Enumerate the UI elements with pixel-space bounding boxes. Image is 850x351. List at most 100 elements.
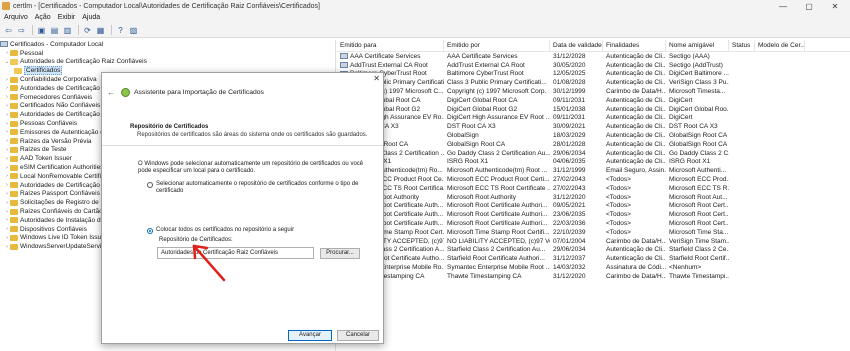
import-wizard-dialog: ✕ ← Assistente para Importação de Certif… [101,72,384,344]
folder-icon [10,120,18,127]
certificate-cell: Autenticação de Cli... [606,96,666,104]
radio-manual[interactable] [147,228,153,234]
dialog-close-button[interactable]: ✕ [373,74,380,83]
back-arrow-icon[interactable]: ⇦ [3,25,14,36]
certificate-cell: GlobalSign Root CA ... [669,140,729,148]
certificate-row[interactable]: GlobalSignGlobalSign18/03/2029Autenticaç… [337,131,850,140]
certificate-cell: VeriSign Class 3 Pu... [669,79,729,87]
column-header-issued-to[interactable]: Emitido para [337,40,444,52]
next-button[interactable]: Avançar [288,330,332,341]
tree-item[interactable]: ⌄ Autoridades de Certificação Raiz Confiá… [0,58,335,67]
column-header-friendly-name[interactable]: Nome amigável [666,40,729,52]
tree-item-label: Certificados Não Confiáveis [20,102,101,110]
certificate-row[interactable]: DigiCert Global Root G2 DigiCert Global R… [337,105,850,114]
dialog-back-button[interactable]: ← [107,88,115,97]
certificate-cell: 31/12/2020 [553,272,586,280]
tree-item-label: Windows Live ID Token Issuer [20,234,107,242]
certificate-cell: Go Daddy Class 2 Certification Au... [447,149,550,157]
certificate-cell: <Nenhum> [669,264,702,272]
certificate-row[interactable]: Microsoft Root Authority Microsoft Root A… [337,193,850,202]
certificate-row[interactable]: AAA Certificate Services AAA Certificate … [337,52,850,61]
folder-icon [10,234,18,241]
certificate-cell: <Todos> [606,202,631,210]
certificate-row[interactable]: Microsoft ECC Product Root Ce... Microsof… [337,175,850,184]
certificate-cell: DigiCert Global Root G2 [447,105,518,113]
tree-item[interactable]: › Pessoal [0,49,335,58]
certificate-row[interactable]: Thawte Timestamping CA Thawte Timestampin… [337,272,850,281]
tree-root[interactable]: Certificados - Computador Local [0,40,335,49]
console-tree-icon[interactable]: ▤ [49,25,60,36]
certificate-cell: Starfield Root Certif... [669,255,729,263]
certificate-row[interactable]: Microsoft Time Stamp Root Cert... Microso… [337,228,850,237]
up-folder-icon[interactable]: ▣ [36,25,47,36]
minimize-button[interactable]: — [770,0,796,12]
certificate-row[interactable]: Class 3 Public Primary Certificati... Cla… [337,78,850,87]
certificate-cell: ISRG Root X1 [669,158,711,166]
certificate-cell: Microsoft Root Certificate Authori... [447,220,548,228]
certificate-row[interactable]: Microsoft Root Certificate Auth... Micros… [337,210,850,219]
toolbar: ⇦ ⇨ ▣ ▤ ▥ ⟳ ▦ ? ▧ [0,23,850,38]
menu-ajuda[interactable]: Ajuda [82,14,100,21]
maximize-button[interactable]: ▢ [796,0,822,12]
certificate-row[interactable]: Baltimore CyberTrust Root Baltimore Cyber… [337,70,850,79]
certificate-row[interactable]: AddTrust External CA Root AddTrust Extern… [337,61,850,70]
tree-item-label: Autoridades de Certificação Raiz Confiáv… [20,58,147,66]
column-header-expiration[interactable]: Data de validade [550,40,603,52]
certificate-row[interactable]: DigiCert High Assurance EV Ro... DigiCert… [337,114,850,123]
certificate-row[interactable]: Go Daddy Class 2 Certification ... Go Dad… [337,149,850,158]
certificate-row[interactable]: GlobalSign Root CAGlobalSign Root CA28/0… [337,140,850,149]
menu-acao[interactable]: Ação [35,14,51,21]
certificate-cell: 27/02/2043 [553,176,586,184]
certificate-row[interactable]: DigiCert Global Root CA DigiCert Global R… [337,96,850,105]
certificate-row[interactable]: Copyright (c) 1997 Microsoft C... Copyrig… [337,87,850,96]
column-header-status[interactable]: Status [729,40,755,52]
tree-root-label: Certificados - Computador Local [10,40,104,48]
certificate-cell: <Todos> [606,176,631,184]
help-icon[interactable]: ? [115,25,126,36]
certificate-cell: NO LIABILITY ACCEPTED, (c)97 Ve... [447,237,550,245]
browse-button[interactable]: Procurar... [320,248,360,259]
copy-icon[interactable]: ▥ [62,25,73,36]
certificate-cell: Microsoft Authenticode(tm) Root ... [447,167,548,175]
certificate-cell: 01/08/2028 [553,79,586,87]
export-list-icon[interactable]: ▦ [95,25,106,36]
certificate-row[interactable]: NO LIABILITY ACCEPTED, (c)97 ... NO LIABI… [337,237,850,246]
annotation-arrow [192,244,226,282]
radio-auto[interactable] [147,182,153,188]
close-button[interactable]: ✕ [822,0,848,12]
toolbar-separator [32,25,33,35]
certificate-cell: 29/06/2034 [553,149,586,157]
properties-icon[interactable]: ▧ [128,25,139,36]
certificate-row[interactable]: Starfield Root Certificate Autho... Starf… [337,254,850,263]
refresh-icon[interactable]: ⟳ [82,25,93,36]
certificate-cell: 14/03/2032 [553,264,586,272]
certificate-row[interactable]: ISRG Root X1 ISRG Root X1 04/06/2035 Autent… [337,158,850,167]
radio-manual-option[interactable]: Colocar todos os certificados no reposit… [147,227,367,234]
certificate-row[interactable]: Symantec Enterprise Mobile Ro... Symantec… [337,263,850,272]
certificate-cell: Thawte Timestampi... [669,272,729,280]
column-header-template[interactable]: Modelo de Cer... [755,40,805,52]
certificate-row[interactable]: DST Root CA X3 DST Root CA X3 30/09/2021 Au… [337,122,850,131]
certificate-cell: Assinatura de Códi... [606,264,666,272]
menu-exibir[interactable]: Exibir [58,14,76,21]
certificate-cell: 09/11/2031 [553,96,586,104]
certificate-cell: 12/05/2025 [553,70,586,78]
forward-arrow-icon[interactable]: ⇨ [16,25,27,36]
column-header-issued-by[interactable]: Emitido por [444,40,550,52]
menu-bar: Arquivo Ação Exibir Ajuda [0,12,850,23]
radio-auto-option[interactable]: Selecionar automaticamente o repositório… [147,181,367,195]
menu-arquivo[interactable]: Arquivo [4,14,28,21]
certificate-row[interactable]: Microsoft Root Certificate Auth... Micros… [337,219,850,228]
certificate-row[interactable]: Microsoft ECC TS Root Certifica... Micros… [337,184,850,193]
certificate-row[interactable]: Microsoft Authenticode(tm) Ro... Microsof… [337,166,850,175]
folder-icon [14,67,22,74]
certificate-cell: Carimbo de Data/H... [606,88,666,96]
certificate-row[interactable]: Starfield Class 2 Certification A... Star… [337,246,850,255]
certificate-row[interactable]: Microsoft Root Certificate Auth... Micros… [337,202,850,211]
certificate-cell: 30/12/1999 [553,88,586,96]
column-header-purposes[interactable]: Finalidades [603,40,666,52]
cancel-button[interactable]: Cancelar [337,330,379,341]
tree-item-label: Pessoas Confiáveis [20,120,78,128]
radio-auto-label: Selecionar automaticamente o repositório… [156,181,359,194]
certificate-cell: Carimbo de Data/H... [606,272,666,280]
